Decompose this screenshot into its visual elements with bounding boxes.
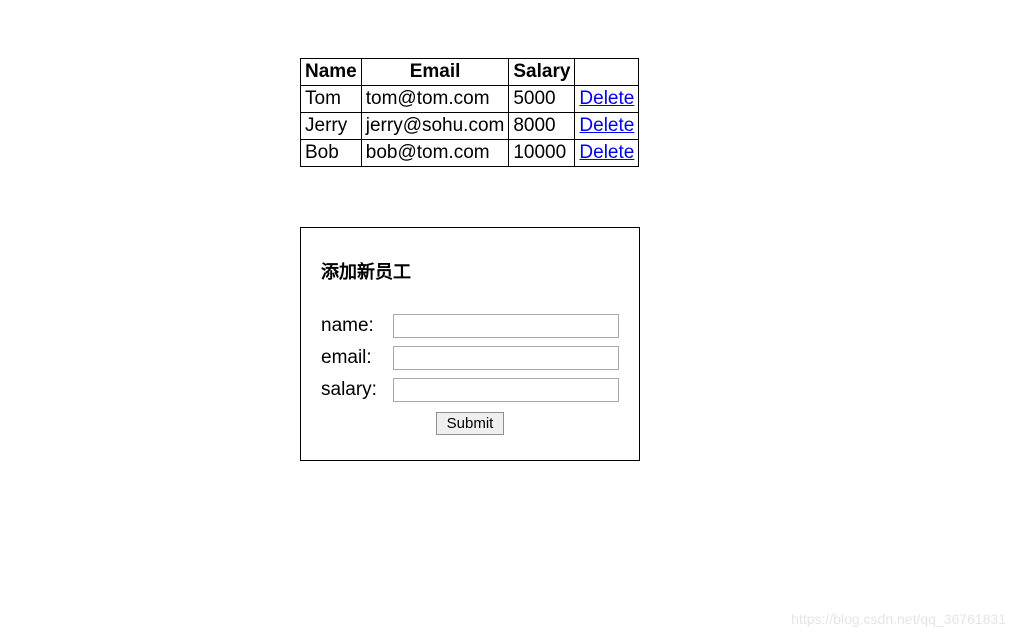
table-row: Jerry jerry@sohu.com 8000 Delete (301, 113, 639, 140)
submit-button[interactable]: Submit (436, 412, 505, 435)
cell-name: Bob (301, 140, 362, 167)
cell-email: tom@tom.com (361, 86, 509, 113)
cell-salary: 10000 (509, 140, 575, 167)
cell-name: Tom (301, 86, 362, 113)
delete-link[interactable]: Delete (579, 115, 634, 136)
header-salary: Salary (509, 59, 575, 86)
employee-table: Name Email Salary Tom tom@tom.com 5000 D… (300, 58, 639, 167)
salary-field[interactable] (393, 378, 619, 402)
form-title: 添加新员工 (321, 258, 619, 284)
salary-label: salary: (321, 379, 393, 401)
email-field[interactable] (393, 346, 619, 370)
add-employee-form: 添加新员工 name: email: salary: Submit (300, 227, 640, 461)
header-name: Name (301, 59, 362, 86)
table-row: Bob bob@tom.com 10000 Delete (301, 140, 639, 167)
cell-salary: 5000 (509, 86, 575, 113)
delete-link[interactable]: Delete (579, 142, 634, 163)
name-field[interactable] (393, 314, 619, 338)
cell-name: Jerry (301, 113, 362, 140)
header-action (575, 59, 639, 86)
table-header-row: Name Email Salary (301, 59, 639, 86)
delete-link[interactable]: Delete (579, 88, 634, 109)
watermark: https://blog.csdn.net/qq_36761831 (791, 611, 1006, 627)
name-label: name: (321, 315, 393, 337)
email-label: email: (321, 347, 393, 369)
cell-salary: 8000 (509, 113, 575, 140)
header-email: Email (361, 59, 509, 86)
cell-email: jerry@sohu.com (361, 113, 509, 140)
table-row: Tom tom@tom.com 5000 Delete (301, 86, 639, 113)
cell-email: bob@tom.com (361, 140, 509, 167)
